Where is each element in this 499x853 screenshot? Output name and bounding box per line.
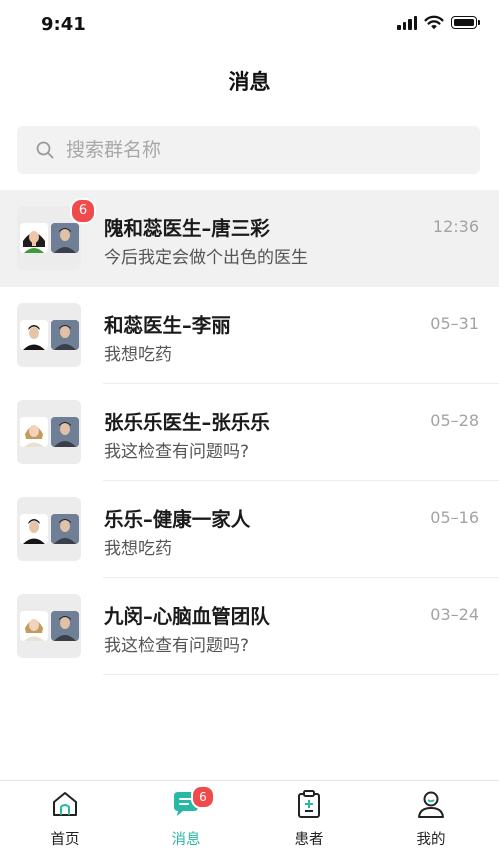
tab-profile[interactable]: 我的 xyxy=(381,781,481,853)
unread-badge: 6 xyxy=(70,198,96,224)
chat-preview: 我这检查有问题吗? xyxy=(104,636,250,656)
group-avatar xyxy=(17,497,81,561)
tab-label: 首页 xyxy=(50,832,80,848)
tab-label: 消息 xyxy=(171,832,201,848)
status-bar: 9:41 xyxy=(0,0,499,52)
chat-time: 05–28 xyxy=(430,411,479,430)
search-bar[interactable] xyxy=(17,126,480,174)
chat-preview: 我这检查有问题吗? xyxy=(104,442,250,462)
tab-home[interactable]: 首页 xyxy=(15,781,115,853)
chat-time: 12:36 xyxy=(432,217,479,236)
chat-time: 03–24 xyxy=(430,605,479,624)
male-avatar xyxy=(20,320,48,350)
bottom-tab-bar: 首页 6 消息 患者 我的 xyxy=(0,780,499,853)
wifi-icon xyxy=(424,15,444,30)
tab-unread-badge: 6 xyxy=(191,785,215,809)
female-doctor-avatar xyxy=(20,223,48,253)
male-doctor-avatar xyxy=(51,514,79,544)
chat-time: 05–16 xyxy=(430,508,479,527)
chat-name: 九闵–心脑血管团队 xyxy=(104,605,270,628)
male-doctor-avatar xyxy=(51,611,79,641)
chat-list-item[interactable]: 九闵–心脑血管团队 我这检查有问题吗? 03–24 xyxy=(0,578,499,675)
chat-name: 和蕊医生–李丽 xyxy=(104,314,231,337)
chat-preview: 我想吃药 xyxy=(104,539,172,559)
female-avatar xyxy=(20,611,48,641)
chat-list-item[interactable]: 张乐乐医生–张乐乐 我这检查有问题吗? 05–28 xyxy=(0,384,499,481)
chat-preview: 我想吃药 xyxy=(104,345,172,365)
male-doctor-avatar xyxy=(51,417,79,447)
page-title: 消息 xyxy=(228,70,271,94)
cellular-signal-icon xyxy=(397,15,417,30)
tab-label: 患者 xyxy=(294,832,324,848)
user-icon xyxy=(418,791,444,818)
chat-name: 张乐乐医生–张乐乐 xyxy=(104,411,270,434)
home-icon xyxy=(53,792,77,816)
female-avatar xyxy=(20,417,48,447)
male-doctor-avatar xyxy=(51,223,79,253)
group-avatar xyxy=(17,400,81,464)
chat-time: 05–31 xyxy=(430,314,479,333)
chat-preview: 今后我定会做个出色的医生 xyxy=(104,248,308,268)
group-avatar xyxy=(17,303,81,367)
tab-patients[interactable]: 患者 xyxy=(259,781,359,853)
chat-list-item[interactable]: 和蕊医生–李丽 我想吃药 05–31 xyxy=(0,287,499,384)
male-doctor-avatar xyxy=(51,320,79,350)
status-time: 9:41 xyxy=(41,14,86,35)
search-input[interactable] xyxy=(64,138,448,162)
group-avatar xyxy=(17,594,81,658)
clipboard-icon xyxy=(298,790,320,818)
tab-messages[interactable]: 6 消息 xyxy=(136,781,236,853)
tab-label: 我的 xyxy=(416,832,446,848)
chat-list-item[interactable]: 6 隗和蕊医生–唐三彩 今后我定会做个出色的医生 12:36 xyxy=(0,190,499,287)
messages-screen: 9:41 消息 搜索群名称 6 隗和蕊医生–唐三彩 今后我定会做个出色的医生 1… xyxy=(0,0,499,853)
search-icon xyxy=(36,141,54,159)
chat-name: 隗和蕊医生–唐三彩 xyxy=(104,217,270,240)
status-icons xyxy=(397,15,480,30)
chat-name: 乐乐–健康一家人 xyxy=(104,508,251,531)
group-avatar: 6 xyxy=(17,198,96,270)
chat-list-item[interactable]: 乐乐–健康一家人 我想吃药 05–16 xyxy=(0,481,499,578)
chat-list: 6 隗和蕊医生–唐三彩 今后我定会做个出色的医生 12:36 和蕊医生–李丽 我… xyxy=(0,190,499,675)
male-avatar xyxy=(20,514,48,544)
battery-icon xyxy=(451,16,480,29)
divider xyxy=(103,674,499,675)
